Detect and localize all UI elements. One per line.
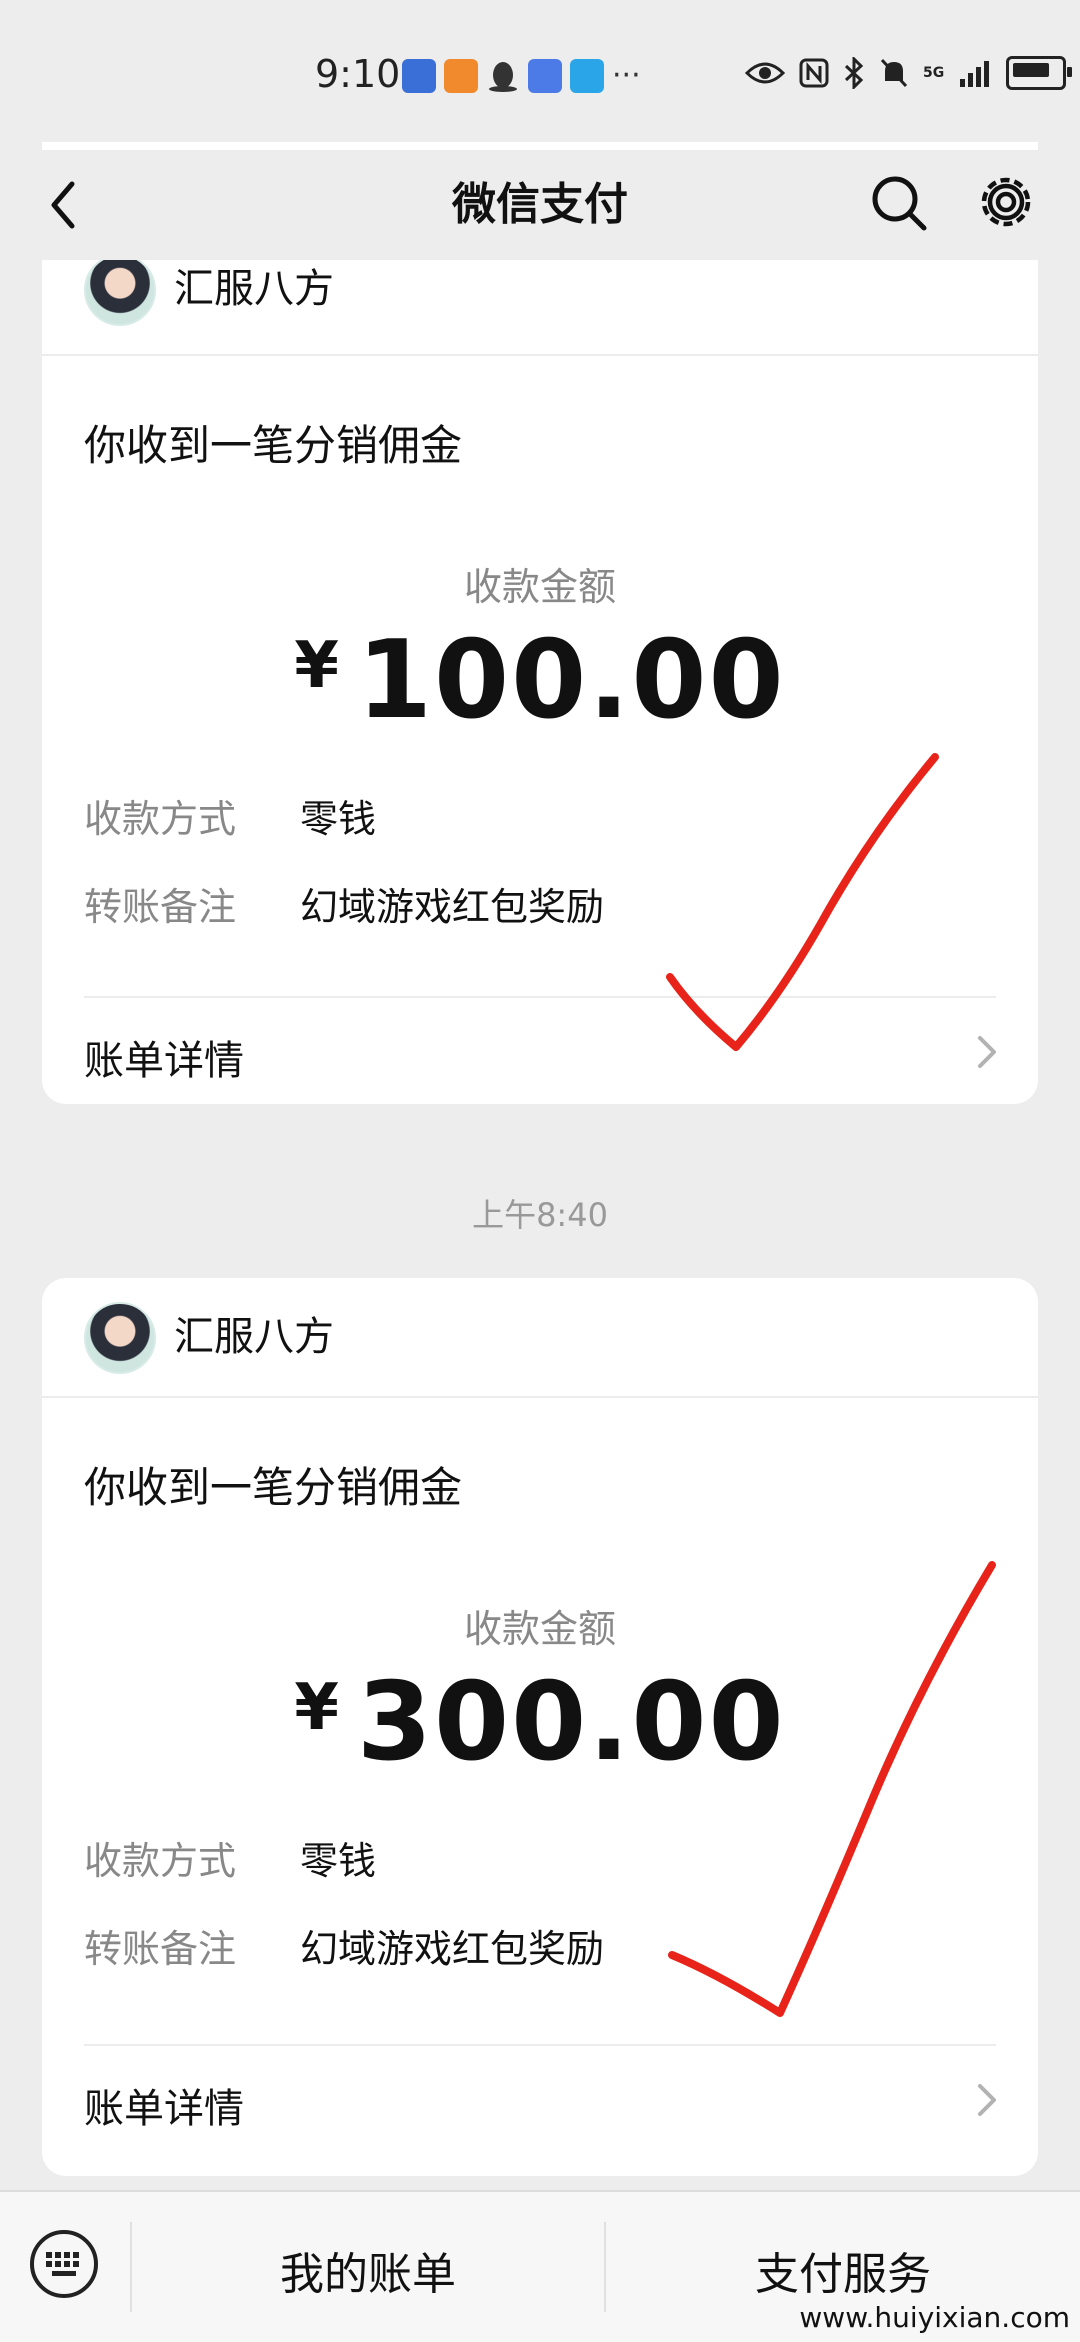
avatar [84, 1302, 156, 1374]
amount: ¥100.00 [42, 618, 1038, 743]
status-bar: 9:10 ··· 5G [0, 0, 1080, 150]
system-icons: 5G [745, 56, 1073, 90]
note-label: 转账备注 [84, 885, 237, 929]
method-value: 零钱 [300, 1839, 377, 1883]
avatar [84, 254, 156, 326]
chevron-right-icon [978, 2084, 996, 2116]
search-app-icon [570, 58, 604, 93]
amount-value: 100.00 [356, 618, 786, 743]
method-value: 零钱 [300, 797, 377, 841]
my-bills-button[interactable]: 我的账单 [132, 2238, 604, 2302]
nav-bar-overlay: 微信支付 [0, 150, 1080, 260]
currency-symbol: ¥ [294, 1671, 341, 1745]
watermark: www.huiyixian.com [799, 2301, 1070, 2334]
bluetooth-icon [844, 57, 864, 89]
message-title: 你收到一笔分销佣金 [84, 1463, 463, 1512]
method-label: 收款方式 [84, 797, 237, 841]
keyboard-icon[interactable] [28, 2228, 100, 2300]
notification-icons: ··· [402, 58, 641, 93]
note-label: 转账备注 [84, 1927, 237, 1971]
chevron-right-icon [978, 1036, 996, 1068]
qq-icon [489, 61, 517, 92]
more-notifications-icon: ··· [612, 58, 641, 93]
check-mark-icon [666, 753, 939, 1051]
bottom-bar: 我的账单 支付服务 www.huiyixian.com [0, 2190, 1080, 2342]
mute-bell-icon [880, 58, 908, 88]
bill-details-row[interactable]: 账单详情 [42, 2046, 1038, 2156]
amount-label: 收款金额 [463, 565, 616, 609]
gear-icon[interactable] [972, 168, 1040, 236]
signal-icon [960, 61, 990, 87]
status-time: 9:10 [315, 52, 401, 96]
pay-services-button[interactable]: 支付服务 [606, 2238, 1080, 2302]
check-mark-icon [668, 1561, 996, 2017]
nfc-icon [799, 58, 829, 88]
method-label: 收款方式 [84, 1839, 237, 1883]
search-icon[interactable] [866, 170, 932, 236]
card-header: 汇服八方 [42, 1278, 1038, 1398]
bill-details-label: 账单详情 [84, 1038, 244, 1084]
sender-name: 汇服八方 [174, 266, 334, 312]
battery-icon [1006, 56, 1073, 90]
network-type: 5G [923, 65, 945, 81]
bill-details-label: 账单详情 [84, 2086, 244, 2132]
note-value: 幻域游戏红包奖励 [300, 1927, 605, 1971]
moon-app-icon [402, 58, 436, 93]
timestamp: 上午8:40 [472, 1196, 608, 1234]
eye-icon [745, 62, 785, 84]
game-app-icon [528, 58, 562, 93]
orange-app-icon [444, 58, 478, 93]
message-title: 你收到一笔分销佣金 [84, 421, 463, 470]
note-value: 幻域游戏红包奖励 [300, 885, 605, 929]
currency-symbol: ¥ [294, 629, 341, 703]
sender-name: 汇服八方 [174, 1314, 334, 1360]
